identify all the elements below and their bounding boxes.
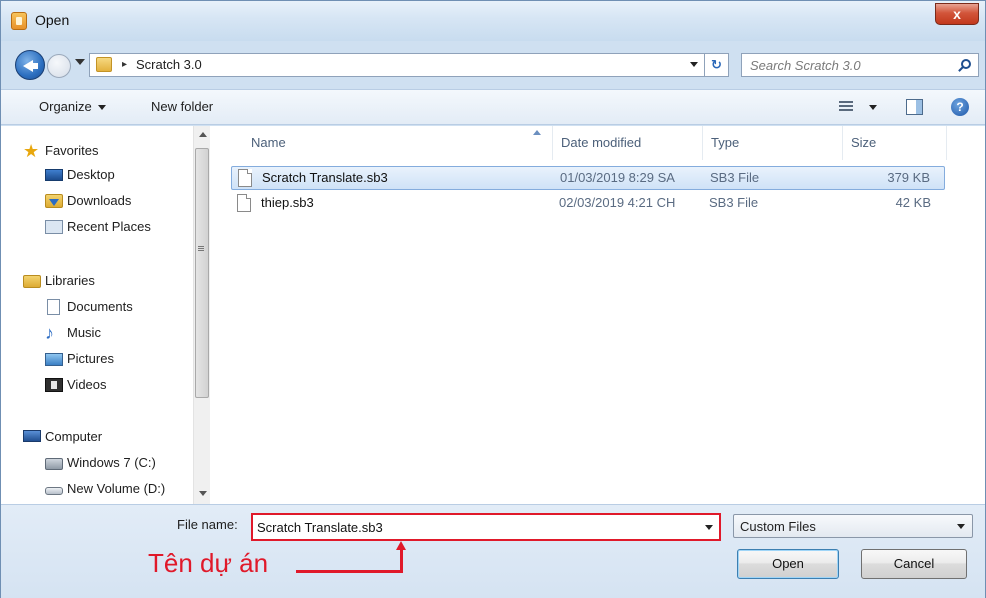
search-box[interactable]: [741, 53, 979, 77]
view-options-chevron-down-icon[interactable]: [869, 105, 877, 110]
column-header-type[interactable]: Type: [703, 126, 843, 160]
file-name-label: File name:: [177, 517, 238, 532]
file-name: thiep.sb3: [261, 195, 314, 210]
recent-locations-chevron-icon[interactable]: [75, 59, 85, 65]
annotation-arrow-shaft: [400, 549, 403, 573]
breadcrumb-scratch-3[interactable]: Scratch 3.0: [136, 57, 202, 72]
annotation-arrow-head-icon: [396, 541, 406, 550]
nav-item-label: Recent Places: [67, 219, 151, 234]
window-title: Open: [35, 12, 70, 28]
column-header-date-modified[interactable]: Date modified: [553, 126, 703, 160]
annotation-label: Tên dự án: [148, 548, 269, 578]
file-size: 42 KB: [895, 195, 931, 210]
folder-icon: [96, 57, 112, 72]
file-date-modified: 01/03/2019 8:29 SA: [560, 170, 675, 185]
scrollbar-grip-icon: [198, 246, 204, 252]
file-date-modified: 02/03/2019 4:21 CH: [559, 195, 676, 210]
file-row-scratch-translate[interactable]: Scratch Translate.sb3 01/03/2019 8:29 SA…: [231, 166, 945, 190]
computer-icon: [23, 430, 41, 442]
navigation-pane: ★ Favorites Desktop Downloads Recent Pla…: [1, 126, 213, 504]
command-toolbar: Organize New folder ?: [1, 89, 985, 125]
nav-item-label: Documents: [67, 299, 133, 314]
organize-label: Organize: [39, 99, 92, 114]
annotation-arrow-line: [296, 570, 400, 573]
file-type-filter-value: Custom Files: [740, 519, 816, 534]
nav-item-label: Videos: [67, 377, 107, 392]
nav-item-label: New Volume (D:): [67, 481, 166, 496]
file-type: SB3 File: [709, 195, 759, 210]
close-button[interactable]: x: [935, 3, 979, 25]
nav-item-label: Windows 7 (C:): [67, 455, 156, 470]
file-icon: [237, 194, 251, 212]
star-icon: ★: [23, 141, 40, 161]
downloads-icon: [45, 194, 63, 208]
music-note-icon: ♪: [45, 323, 54, 343]
pictures-icon: [45, 353, 63, 366]
file-icon: [238, 169, 252, 187]
back-arrow-icon[interactable]: [15, 50, 45, 80]
libraries-icon: [23, 275, 41, 288]
open-button[interactable]: Open: [737, 549, 839, 579]
file-size: 379 KB: [887, 170, 930, 185]
title-bar: Open x: [1, 1, 985, 41]
address-bar[interactable]: ▸ Scratch 3.0: [89, 53, 705, 77]
drive-d-icon: [45, 487, 63, 495]
organize-chevron-down-icon: [97, 105, 106, 111]
scroll-down-arrow-icon[interactable]: [199, 491, 207, 496]
organize-menu-button[interactable]: Organize: [39, 99, 106, 114]
nav-item-label: Desktop: [67, 167, 115, 182]
videos-icon: [45, 378, 63, 392]
file-row-thiep[interactable]: thiep.sb3 02/03/2019 4:21 CH SB3 File 42…: [231, 192, 945, 216]
scroll-up-arrow-icon[interactable]: [199, 132, 207, 137]
documents-icon: [47, 299, 60, 315]
file-list: Name Date modified Type Size Scratch Tra…: [213, 126, 985, 504]
scrollbar-thumb[interactable]: [195, 148, 209, 398]
drive-c-icon: [45, 458, 63, 470]
file-type-filter-select[interactable]: Custom Files: [733, 514, 973, 538]
column-header-name[interactable]: Name: [243, 126, 553, 160]
desktop-icon: [45, 169, 63, 181]
cancel-button[interactable]: Cancel: [861, 549, 967, 579]
column-header-size[interactable]: Size: [843, 126, 947, 160]
filter-chevron-down-icon: [957, 524, 965, 529]
search-input[interactable]: [742, 54, 952, 76]
preview-pane-icon[interactable]: [906, 99, 923, 115]
file-name-combobox[interactable]: [251, 513, 721, 541]
address-dropdown-chevron-icon[interactable]: [690, 62, 698, 67]
new-folder-button[interactable]: New folder: [151, 99, 213, 114]
nav-item-label: Downloads: [67, 193, 132, 208]
search-icon[interactable]: [961, 59, 971, 69]
nav-item-label: Pictures: [67, 351, 114, 366]
nav-computer-label: Computer: [45, 429, 103, 444]
refresh-icon[interactable]: ↻: [705, 53, 729, 77]
forward-arrow-icon[interactable]: [47, 54, 71, 78]
open-dialog: Open x ▸ Scratch 3.0 ↻ Organize New fold…: [0, 0, 986, 598]
nav-favorites-label: Favorites: [45, 143, 99, 158]
file-name-chevron-down-icon[interactable]: [705, 525, 713, 530]
address-row: ▸ Scratch 3.0 ↻: [1, 41, 985, 89]
breadcrumb-chevron-icon[interactable]: ▸: [122, 59, 127, 70]
dialog-app-icon: [11, 12, 27, 30]
nav-libraries-label: Libraries: [45, 273, 95, 288]
change-view-icon[interactable]: [839, 101, 853, 113]
file-name: Scratch Translate.sb3: [262, 170, 388, 185]
navigation-scrollbar[interactable]: [193, 126, 210, 504]
file-name-input[interactable]: [253, 515, 693, 539]
nav-item-label: Music: [67, 325, 101, 340]
help-icon[interactable]: ?: [951, 98, 969, 116]
recent-places-icon: [45, 220, 63, 234]
file-type: SB3 File: [710, 170, 760, 185]
sort-ascending-icon: [533, 130, 541, 135]
